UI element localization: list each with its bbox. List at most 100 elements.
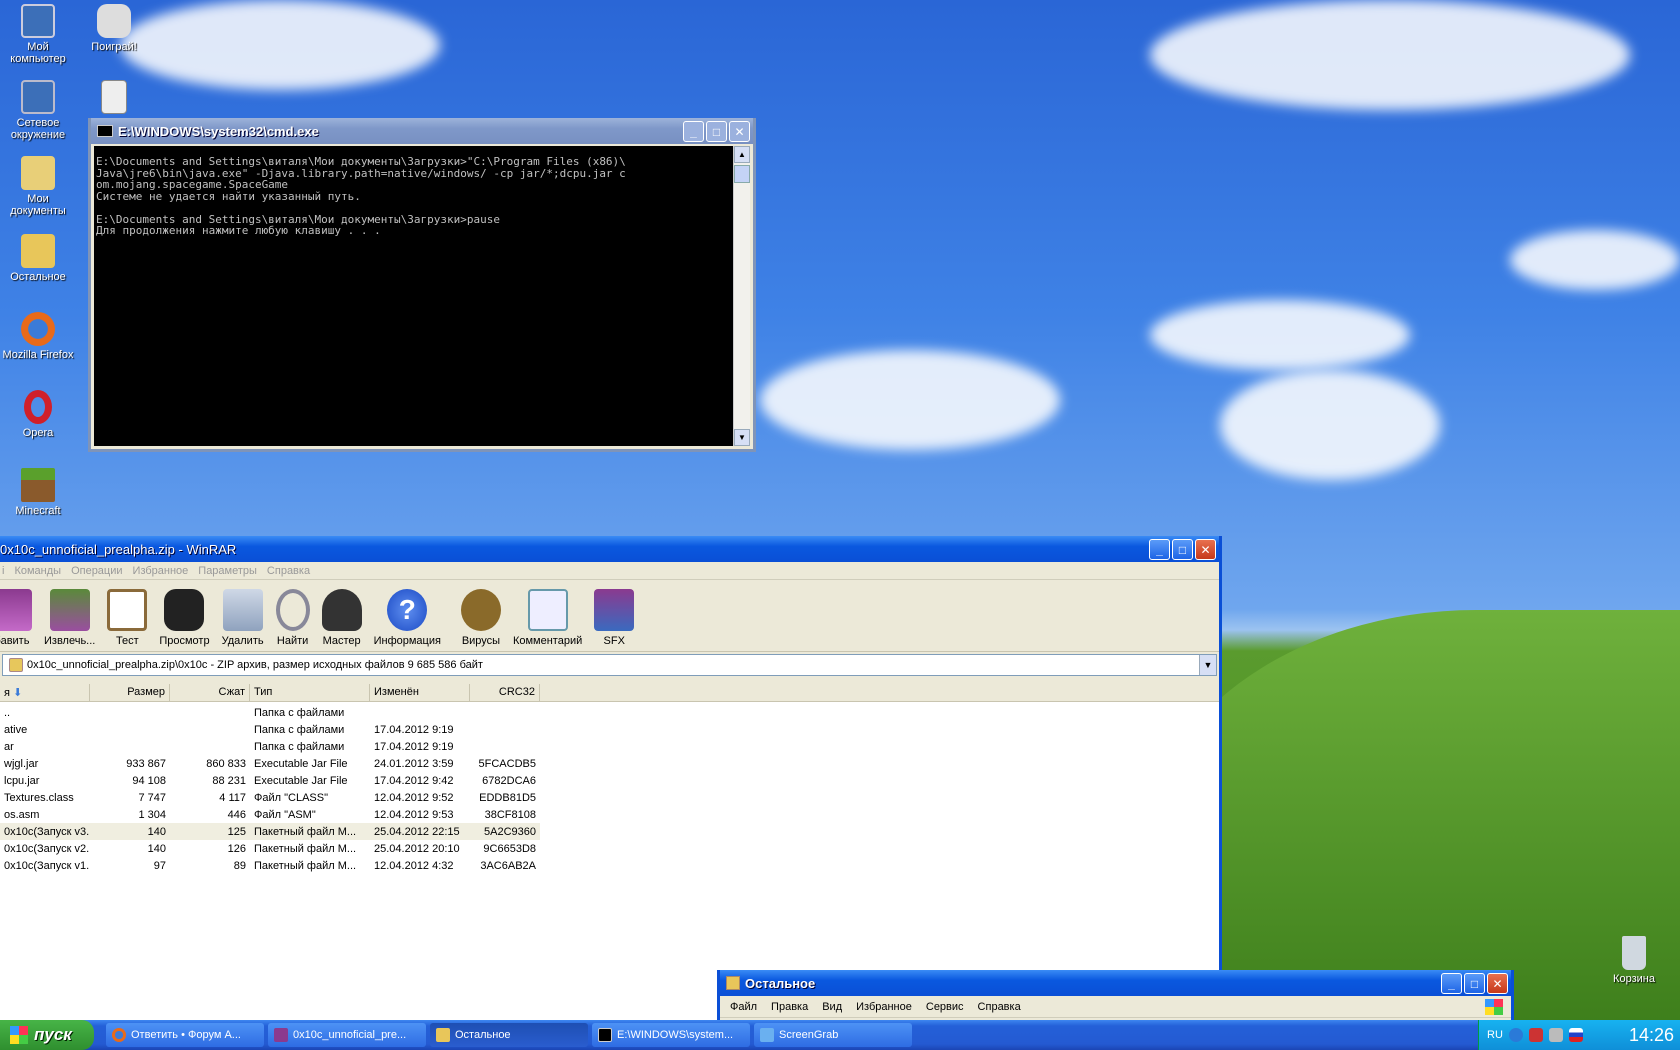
- minimize-button[interactable]: _: [1149, 539, 1170, 560]
- desktop-icon-games[interactable]: Поиграй!: [74, 4, 154, 53]
- menu-file[interactable]: Файл: [730, 1001, 757, 1013]
- sfx-button[interactable]: SFX: [588, 589, 640, 647]
- back-arrow-icon[interactable]: [1508, 1028, 1523, 1042]
- menu-edit[interactable]: Правка: [771, 1001, 808, 1013]
- desktop-icon-my-computer[interactable]: Мой компьютер: [0, 4, 78, 65]
- test-button[interactable]: Тест: [101, 589, 153, 647]
- table-row[interactable]: ative Папка с файлами 17.04.2012 9:19: [0, 721, 540, 738]
- antivirus-icon[interactable]: [1528, 1028, 1543, 1042]
- cmd-app-icon: [97, 125, 113, 137]
- maximize-button[interactable]: □: [706, 121, 727, 142]
- menu-help[interactable]: Справка: [978, 1001, 1021, 1013]
- desktop-icon-my-documents[interactable]: Мои документы: [0, 156, 78, 217]
- table-cell: 17.04.2012 9:19: [374, 740, 454, 753]
- col-name[interactable]: я ⬇: [0, 684, 90, 702]
- explorer-titlebar[interactable]: Остальное _ □ ✕: [720, 970, 1511, 996]
- desktop-icon-network[interactable]: Сетевое окружение: [0, 80, 78, 141]
- winrar-toolbar: бавить Извлечь... Тест Просмотр Удалить …: [0, 580, 1219, 652]
- clock[interactable]: 14:26: [1629, 1025, 1680, 1046]
- table-cell: 0x10c(Запуск v2...: [4, 842, 90, 855]
- minimize-button[interactable]: _: [683, 121, 704, 142]
- table-cell: ative: [4, 723, 28, 736]
- col-type[interactable]: Тип: [250, 684, 370, 702]
- cmd-icon: [598, 1028, 612, 1042]
- table-row[interactable]: Textures.class 7 747 4 117 Файл "CLASS" 12.0…: [0, 789, 540, 806]
- table-row[interactable]: lcpu.jar 94 108 88 231 Executable Jar File 1…: [0, 772, 540, 789]
- desktop-icon-recycle-bin[interactable]: Корзина: [1594, 936, 1674, 985]
- winrar-titlebar[interactable]: 0x10c_unnoficial_prealpha.zip - WinRAR _…: [0, 536, 1219, 562]
- menu-favorites[interactable]: Избранное: [856, 1001, 912, 1013]
- menu-view[interactable]: Вид: [822, 1001, 842, 1013]
- table-cell: 7 747: [138, 791, 166, 804]
- language-indicator[interactable]: RU: [1487, 1029, 1503, 1041]
- vertical-scrollbar[interactable]: ▲ ▼: [733, 146, 750, 446]
- start-button[interactable]: пуск: [0, 1020, 94, 1050]
- winrar-window[interactable]: 0x10c_unnoficial_prealpha.zip - WinRAR _…: [0, 536, 1222, 1020]
- task-cmd[interactable]: E:\WINDOWS\system...: [592, 1023, 750, 1047]
- table-cell: wjgl.jar: [4, 757, 39, 770]
- table-row[interactable]: 0x10c(Запуск v1... 97 89 Пакетный файл M...…: [0, 857, 540, 874]
- table-cell: ar: [4, 740, 14, 753]
- add-button[interactable]: бавить: [0, 589, 38, 647]
- table-row[interactable]: .. Папка с файлами: [0, 704, 540, 721]
- menu-favorites[interactable]: Избранное: [133, 565, 189, 577]
- chevron-down-icon[interactable]: ▼: [1199, 655, 1216, 675]
- virus-scan-button[interactable]: Вирусы: [455, 589, 507, 647]
- col-packed[interactable]: Сжат: [170, 684, 250, 702]
- col-size[interactable]: Размер: [90, 684, 170, 702]
- col-crc32[interactable]: CRC32: [470, 684, 540, 702]
- extract-button[interactable]: Извлечь...: [38, 589, 101, 647]
- scroll-up-arrow-icon[interactable]: ▲: [734, 146, 750, 163]
- menu-tools[interactable]: Сервис: [926, 1001, 964, 1013]
- task-winrar[interactable]: 0x10c_unnoficial_pre...: [268, 1023, 426, 1047]
- info-button[interactable]: ? Информация: [368, 589, 447, 647]
- desktop-icon-minecraft[interactable]: Minecraft: [0, 468, 78, 517]
- task-screengrab[interactable]: ScreenGrab: [754, 1023, 912, 1047]
- menu-operations[interactable]: Операции: [71, 565, 122, 577]
- table-cell: 24.01.2012 3:59: [374, 757, 454, 770]
- menu-file[interactable]: і: [2, 565, 4, 577]
- desktop-icon-opera[interactable]: Opera: [0, 390, 78, 439]
- console-output[interactable]: E:\Documents and Settings\виталя\Мои док…: [94, 146, 733, 446]
- menu-commands[interactable]: Команды: [14, 565, 61, 577]
- menu-help[interactable]: Справка: [267, 565, 310, 577]
- explorer-window[interactable]: Остальное _ □ ✕ Файл Правка Вид Избранно…: [717, 970, 1514, 1020]
- find-button[interactable]: Найти: [270, 589, 316, 647]
- minimize-button[interactable]: _: [1441, 973, 1462, 994]
- opera-icon: [24, 390, 52, 424]
- table-row[interactable]: wjgl.jar 933 867 860 833 Executable Jar Fil…: [0, 755, 540, 772]
- table-cell: 17.04.2012 9:42: [374, 774, 454, 787]
- comment-button[interactable]: Комментарий: [507, 589, 588, 647]
- table-row[interactable]: 0x10c(Запуск v2... 140 126 Пакетный файл M.…: [0, 840, 540, 857]
- table-row[interactable]: os.asm 1 304 446 Файл "ASM" 12.04.2012 9:53 3…: [0, 806, 540, 823]
- table-row[interactable]: 0x10c(Запуск v3... 140 125 Пакетный файл M.…: [0, 823, 540, 840]
- address-bar[interactable]: 0x10c_unnoficial_prealpha.zip\0x10c - ZI…: [2, 654, 1217, 676]
- close-button[interactable]: ✕: [729, 121, 750, 142]
- desktop-icon-flv[interactable]: [74, 80, 154, 117]
- table-cell: Файл "CLASS": [254, 791, 328, 804]
- cmd-window[interactable]: E:\WINDOWS\system32\cmd.exe _ □ ✕ E:\Doc…: [88, 118, 756, 452]
- scroll-thumb[interactable]: [734, 165, 750, 183]
- maximize-button[interactable]: □: [1172, 539, 1193, 560]
- network-tray-icon[interactable]: [1548, 1028, 1563, 1042]
- table-row[interactable]: ar Папка с файлами 17.04.2012 9:19: [0, 738, 540, 755]
- close-button[interactable]: ✕: [1487, 973, 1508, 994]
- table-cell: Executable Jar File: [254, 774, 348, 787]
- col-modified[interactable]: Изменён: [370, 684, 470, 702]
- table-cell: 88 231: [212, 774, 246, 787]
- view-button[interactable]: Просмотр: [153, 589, 215, 647]
- maximize-button[interactable]: □: [1464, 973, 1485, 994]
- task-firefox[interactable]: Ответить • Форум А...: [106, 1023, 264, 1047]
- comment-icon: [527, 589, 568, 631]
- table-cell: 1 304: [138, 808, 166, 821]
- scroll-down-arrow-icon[interactable]: ▼: [734, 429, 750, 446]
- cmd-titlebar[interactable]: E:\WINDOWS\system32\cmd.exe _ □ ✕: [91, 118, 753, 144]
- delete-button[interactable]: Удалить: [216, 589, 270, 647]
- close-button[interactable]: ✕: [1195, 539, 1216, 560]
- desktop-icon-firefox[interactable]: Mozilla Firefox: [0, 312, 78, 361]
- desktop-icon-other[interactable]: Остальное: [0, 234, 78, 283]
- wizard-button[interactable]: Мастер: [316, 589, 368, 647]
- ru-flag-icon[interactable]: [1568, 1028, 1583, 1042]
- menu-options[interactable]: Параметры: [198, 565, 257, 577]
- task-explorer[interactable]: Остальное: [430, 1023, 588, 1047]
